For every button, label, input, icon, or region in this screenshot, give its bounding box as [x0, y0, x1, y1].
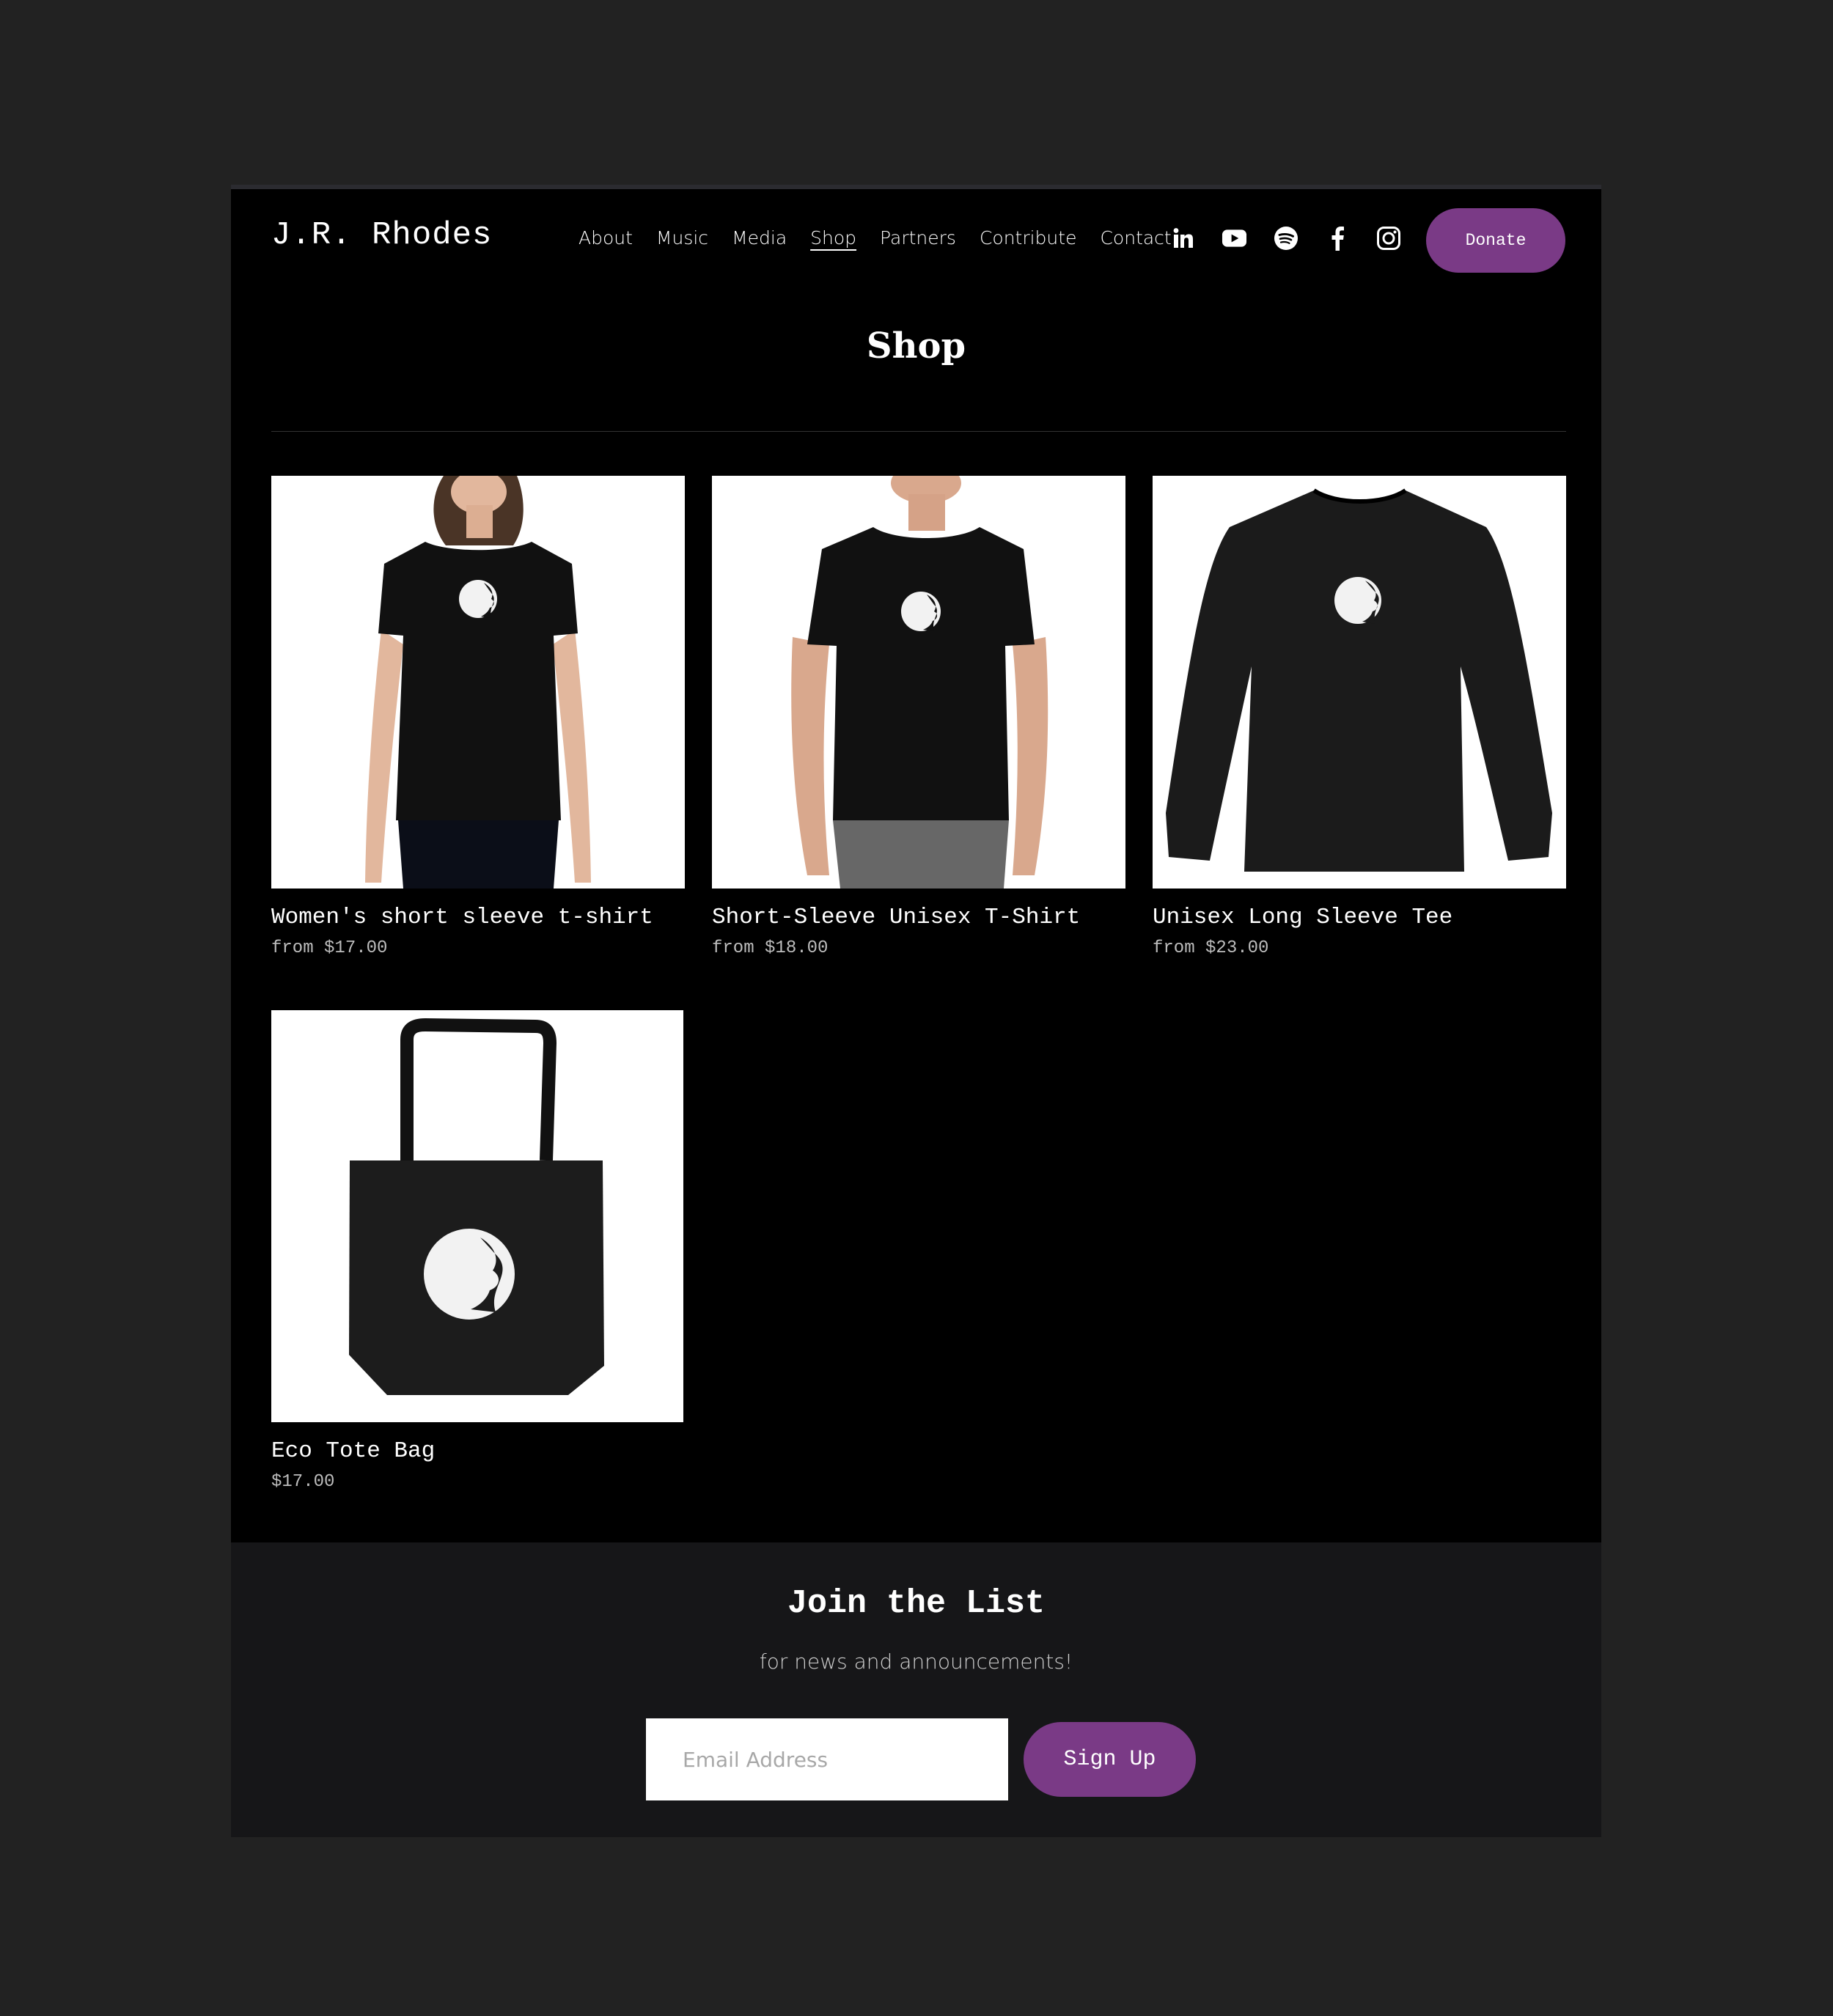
product-card[interactable]: Unisex Long Sleeve Tee from $23.00: [1153, 476, 1566, 958]
product-price: $17.00: [271, 1472, 335, 1492]
product-price: from $18.00: [712, 938, 829, 958]
site-container: J.R. Rhodes About Music Media Shop Partn…: [231, 185, 1601, 1837]
product-name[interactable]: Eco Tote Bag: [271, 1438, 685, 1464]
facebook-icon[interactable]: [1324, 225, 1350, 251]
signup-subtitle: for news and announcements!: [759, 1649, 1073, 1674]
divider: [271, 431, 1566, 432]
donate-button[interactable]: Donate: [1426, 208, 1565, 273]
linkedin-icon[interactable]: [1170, 225, 1196, 251]
product-image-unisex-tshirt[interactable]: [712, 476, 1125, 889]
product-name[interactable]: Women's short sleeve t-shirt: [271, 905, 685, 930]
product-image-womens-tshirt[interactable]: [271, 476, 685, 889]
nav-contribute[interactable]: Contribute: [980, 227, 1077, 249]
product-name[interactable]: Short-Sleeve Unisex T-Shirt: [712, 905, 1125, 930]
product-image-long-sleeve-tee[interactable]: [1153, 476, 1566, 889]
nav-music[interactable]: Music: [656, 227, 708, 249]
instagram-icon[interactable]: [1375, 225, 1401, 251]
youtube-icon[interactable]: [1222, 225, 1247, 251]
signup-title: Join the List: [787, 1585, 1046, 1622]
main-nav: About Music Media Shop Partners Contribu…: [578, 227, 1172, 249]
spotify-icon[interactable]: [1273, 225, 1298, 251]
product-price: from $17.00: [271, 938, 388, 958]
product-card[interactable]: Eco Tote Bag $17.00: [271, 1010, 685, 1492]
product-name[interactable]: Unisex Long Sleeve Tee: [1153, 905, 1566, 930]
page-title: Shop: [866, 325, 966, 367]
site-header: J.R. Rhodes About Music Media Shop Partn…: [231, 189, 1601, 288]
nav-shop[interactable]: Shop: [810, 227, 856, 249]
email-field[interactable]: [646, 1718, 1008, 1800]
newsletter-signup: Join the List for news and announcements…: [231, 1542, 1601, 1837]
product-card[interactable]: Short-Sleeve Unisex T-Shirt from $18.00: [712, 476, 1125, 958]
nav-media[interactable]: Media: [732, 227, 787, 249]
product-price: from $23.00: [1153, 938, 1269, 958]
product-image-tote-bag[interactable]: [271, 1010, 683, 1422]
nav-partners[interactable]: Partners: [880, 227, 956, 249]
sign-up-button[interactable]: Sign Up: [1024, 1722, 1196, 1797]
nav-about[interactable]: About: [578, 227, 633, 249]
site-logo[interactable]: J.R. Rhodes: [271, 217, 492, 254]
product-card[interactable]: Women's short sleeve t-shirt from $17.00: [271, 476, 685, 958]
nav-contact[interactable]: Contact: [1100, 227, 1171, 249]
social-links: [1170, 225, 1401, 251]
